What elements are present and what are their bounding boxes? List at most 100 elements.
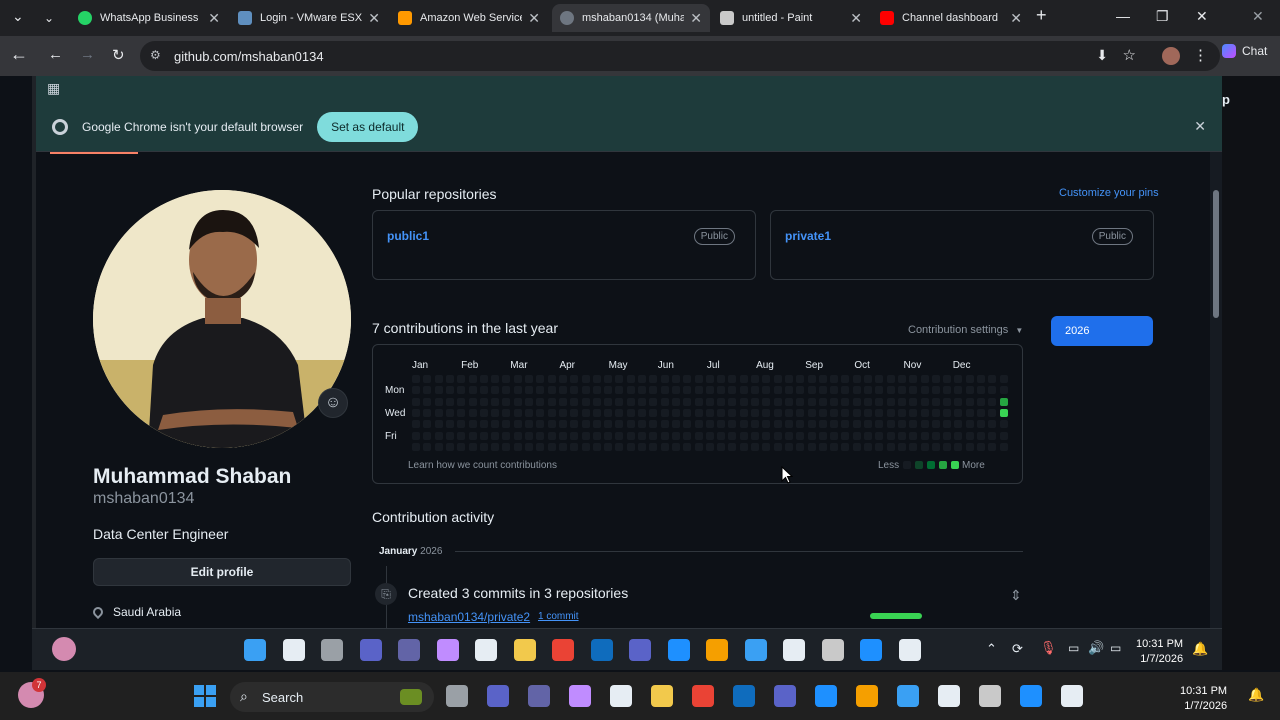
contribution-cell[interactable]	[513, 397, 522, 406]
contribution-cell[interactable]	[423, 375, 432, 383]
contribution-cell[interactable]	[479, 442, 488, 451]
contribution-cell[interactable]	[604, 408, 613, 417]
contribution-cell[interactable]	[965, 386, 974, 395]
contribution-cell[interactable]	[751, 397, 759, 406]
contribution-cell[interactable]	[457, 408, 466, 417]
contribution-cell[interactable]	[773, 408, 782, 417]
contribution-cell[interactable]	[830, 442, 839, 451]
contribution-cell[interactable]	[909, 386, 918, 395]
contribution-cell[interactable]	[796, 386, 805, 395]
contribution-cell[interactable]	[875, 442, 884, 451]
contribution-cell[interactable]	[638, 375, 646, 383]
contribution-cell[interactable]	[592, 408, 601, 417]
contribution-cell[interactable]	[954, 442, 963, 451]
contribution-cell[interactable]	[502, 397, 511, 406]
contribution-cell[interactable]	[434, 420, 443, 429]
contribution-cell[interactable]	[649, 442, 658, 451]
vm-clock[interactable]: 10:31 PM 1/7/2026	[1136, 637, 1183, 667]
snipping-app-icon[interactable]	[1061, 685, 1083, 707]
contribution-cell[interactable]	[886, 375, 895, 383]
contribution-cell[interactable]	[626, 375, 635, 383]
contribution-cell[interactable]	[739, 397, 748, 406]
contribution-cell[interactable]	[954, 420, 963, 429]
contribution-cell[interactable]	[977, 408, 985, 417]
contribution-cell[interactable]	[784, 420, 793, 429]
contribution-cell[interactable]	[705, 420, 714, 429]
contribution-cell[interactable]	[864, 397, 872, 406]
contribution-cell[interactable]	[705, 375, 714, 383]
contribution-cell[interactable]	[796, 375, 805, 383]
contribution-cell[interactable]	[909, 397, 918, 406]
contribution-cell[interactable]	[977, 420, 985, 429]
contribution-cell[interactable]	[525, 420, 533, 429]
scrollbar-thumb[interactable]	[1213, 190, 1219, 318]
contribution-cell[interactable]	[434, 375, 443, 383]
contribution-settings-dropdown[interactable]: Contribution settings ▼	[908, 324, 1023, 336]
contribution-cell[interactable]	[751, 408, 759, 417]
contribution-cell[interactable]	[468, 408, 477, 417]
contribution-cell[interactable]	[977, 442, 985, 451]
contribution-cell[interactable]	[513, 408, 522, 417]
contribution-cell[interactable]	[909, 408, 918, 417]
contribution-cell[interactable]	[830, 375, 839, 383]
contribution-cell[interactable]	[931, 375, 940, 383]
contribution-cell[interactable]	[468, 420, 477, 429]
tab-vmware[interactable]: Login - VMware ESXi ✕	[230, 4, 388, 32]
contribution-cell[interactable]	[965, 431, 974, 440]
outlook-new-app-icon[interactable]	[590, 639, 613, 661]
contribution-cell[interactable]	[638, 420, 646, 429]
close-icon[interactable]: ✕	[1194, 118, 1206, 135]
contribution-cell[interactable]	[423, 397, 432, 406]
contribution-cell[interactable]	[445, 431, 454, 440]
vmware-app-icon[interactable]	[706, 639, 728, 661]
contribution-cell[interactable]	[525, 431, 533, 440]
contribution-cell[interactable]	[988, 386, 997, 395]
contribution-cell[interactable]	[717, 386, 726, 395]
contribution-cell[interactable]	[784, 408, 793, 417]
back-icon[interactable]: ←	[48, 46, 63, 63]
maximize-icon[interactable]: ❐	[1156, 8, 1169, 25]
contribution-cell[interactable]	[694, 420, 703, 429]
contribution-cell[interactable]	[705, 386, 714, 395]
contribution-cell[interactable]	[999, 397, 1008, 406]
contribution-cell[interactable]	[479, 386, 488, 395]
activity-event-title[interactable]: Created 3 commits in 3 repositories	[408, 585, 628, 601]
contribution-cell[interactable]	[660, 397, 669, 406]
contribution-cell[interactable]	[762, 386, 771, 395]
close-icon[interactable]: ✕	[1010, 10, 1022, 27]
contribution-cell[interactable]	[830, 420, 839, 429]
contribution-cell[interactable]	[638, 397, 646, 406]
contribution-cell[interactable]	[920, 375, 929, 383]
set-default-button[interactable]: Set as default	[317, 111, 419, 142]
contribution-cell[interactable]	[592, 442, 601, 451]
contribution-cell[interactable]	[434, 408, 443, 417]
contribution-cell[interactable]	[762, 408, 771, 417]
contribution-cell[interactable]	[615, 397, 624, 406]
contribution-cell[interactable]	[412, 408, 420, 417]
contribution-cell[interactable]	[784, 386, 793, 395]
contribution-cell[interactable]	[977, 397, 985, 406]
search-app-icon[interactable]	[282, 639, 305, 661]
contribution-cell[interactable]	[920, 442, 929, 451]
chrome-app-icon[interactable]	[552, 639, 574, 661]
sync-icon[interactable]: ⟳	[1012, 641, 1023, 657]
contribution-cell[interactable]	[638, 386, 646, 395]
repo-link[interactable]: public1	[387, 229, 429, 243]
contribution-cell[interactable]	[626, 442, 635, 451]
contribution-cell[interactable]	[660, 442, 669, 451]
contribution-cell[interactable]	[649, 397, 658, 406]
contribution-cell[interactable]	[479, 375, 488, 383]
contribution-cell[interactable]	[683, 386, 692, 395]
contribution-cell[interactable]	[897, 431, 906, 440]
contribution-cell[interactable]	[773, 375, 782, 383]
contribution-cell[interactable]	[999, 442, 1008, 451]
contribution-cell[interactable]	[965, 442, 974, 451]
contribution-cell[interactable]	[615, 375, 624, 383]
contribution-cell[interactable]	[864, 442, 872, 451]
contribution-cell[interactable]	[864, 420, 872, 429]
host-clock[interactable]: 10:31 PM 1/7/2026	[1180, 684, 1227, 714]
contribution-cell[interactable]	[818, 397, 827, 406]
contribution-cell[interactable]	[920, 397, 929, 406]
contribution-cell[interactable]	[796, 442, 805, 451]
network-icon[interactable]: ▭	[1068, 641, 1079, 655]
